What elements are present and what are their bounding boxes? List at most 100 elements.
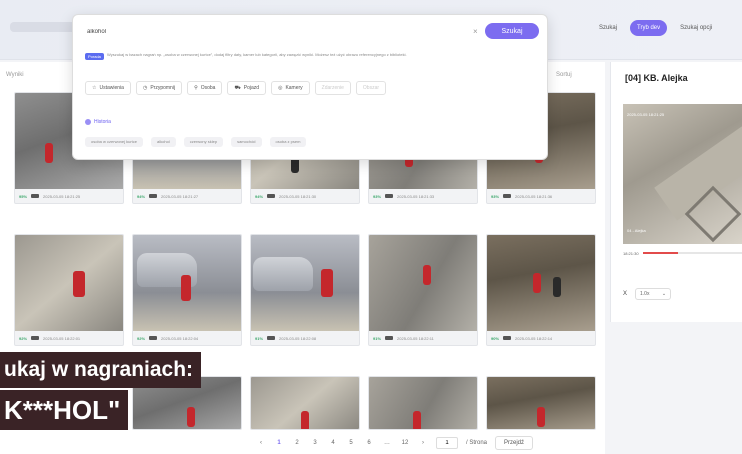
history-item[interactable]: samochód: [231, 137, 262, 147]
video-timeline[interactable]: 18:21:30: [623, 248, 742, 258]
match-score: 92%: [19, 335, 28, 341]
pagination: ‹ 1 2 3 4 5 6 … 12 › / Strona Przejdź: [256, 436, 534, 450]
result-tile[interactable]: 91% 2025-03-05 18:22:11: [368, 234, 478, 346]
timestamp: 2025-03-05 18:21:25: [43, 193, 81, 199]
person-figure: [533, 273, 541, 293]
filter-chip-area[interactable]: Obszar: [355, 81, 387, 95]
person-figure: [537, 407, 545, 427]
timestamp: 2025-03-05 18:22:11: [397, 335, 434, 341]
match-score: 90%: [491, 335, 500, 341]
car-figure: [253, 257, 313, 291]
result-thumbnail: [251, 235, 359, 331]
mode-dev[interactable]: Tryb dev: [630, 20, 668, 36]
person-icon: ⚲: [194, 85, 198, 91]
per-page-label: / Strona: [466, 440, 488, 446]
search-hint: Wyszukaj w bazach nagrań np. „osoba w cz…: [107, 52, 407, 57]
tip-badge: Porada: [85, 53, 104, 60]
page-ellipsis: …: [384, 440, 390, 446]
history-item[interactable]: osoba z psem: [269, 137, 307, 147]
result-tile[interactable]: [486, 376, 596, 430]
chip-label: Pojazd: [243, 85, 260, 91]
chip-label: Ustawienia: [99, 85, 124, 91]
search-button[interactable]: Szukaj: [485, 23, 539, 39]
camera-icon: [149, 336, 158, 340]
filter-chip-settings[interactable]: ☆ Ustawienia: [85, 81, 131, 95]
speed-select[interactable]: 1.0x ⌄: [635, 288, 672, 300]
tile-meta: 92% 2025-03-05 18:22:01: [15, 331, 123, 345]
result-thumbnail: [15, 235, 123, 331]
timestamp: 2025-03-05 18:21:36: [515, 193, 553, 199]
filter-chip-person[interactable]: ⚲ Osoba: [187, 81, 223, 95]
clock-icon: ◷: [142, 85, 148, 91]
page-button[interactable]: 1: [274, 440, 284, 446]
chevron-down-icon: ⌄: [661, 291, 667, 297]
match-score: 93%: [373, 193, 382, 199]
camera-panel: [04] KB. Alejka 2025-03-05 18:21:25 04 -…: [610, 62, 742, 322]
person-figure: [301, 411, 309, 429]
page-button[interactable]: 6: [364, 440, 374, 446]
video-player[interactable]: 2025-03-05 18:21:25 04 - Alejka: [623, 104, 742, 244]
result-tile[interactable]: [250, 376, 360, 430]
page-button[interactable]: 5: [346, 440, 356, 446]
speed-control: X 1.0x ⌄: [623, 288, 672, 300]
result-tile[interactable]: 91% 2025-03-05 18:22:08: [250, 234, 360, 346]
page-number-input[interactable]: [436, 437, 458, 449]
page-button[interactable]: 4: [328, 440, 338, 446]
camera-icon: [385, 194, 394, 198]
filter-chips: ☆ Ustawienia ◷ Przypomnij ⚲ Osoba ⛟ Pojazd ◎…: [85, 81, 387, 95]
caption-line-2: K***HOL": [0, 390, 129, 430]
tile-meta: 95% 2025-03-05 18:21:25: [15, 189, 123, 203]
match-score: 94%: [255, 193, 264, 199]
page-button[interactable]: 12: [400, 440, 410, 446]
tile-meta: 93% 2025-03-05 18:21:36: [487, 189, 595, 203]
person-figure: [423, 265, 431, 285]
history-item[interactable]: alkohol: [151, 137, 176, 147]
sort-dropdown[interactable]: Sortuj: [556, 72, 572, 78]
chip-label: Obszar: [362, 85, 380, 91]
result-thumbnail: [369, 235, 477, 331]
person-figure: [73, 271, 85, 297]
chip-label: Zdarzenie: [321, 85, 344, 91]
mode-options[interactable]: Szukaj opcji: [673, 20, 719, 36]
result-tile[interactable]: 92% 2025-03-05 18:22:01: [14, 234, 124, 346]
history-item[interactable]: osoba w czerwonej kurtce: [85, 137, 144, 147]
results-label: Wyniki: [6, 72, 24, 78]
filter-chip-cameras[interactable]: ◎ Kamery: [271, 81, 310, 95]
result-tile[interactable]: [368, 376, 478, 430]
result-thumbnail: [251, 377, 359, 429]
mode-switcher: Szukaj Tryb dev Szukaj opcji: [592, 20, 719, 36]
person-figure: [181, 275, 191, 301]
tile-meta: 94% 2025-03-05 18:21:30: [251, 189, 359, 203]
camera-icon: [149, 194, 158, 198]
tile-meta: 90% 2025-03-05 18:22:14: [487, 331, 595, 345]
match-score: 95%: [19, 193, 28, 199]
history-header: Historia: [85, 119, 111, 125]
camera-icon: [385, 336, 394, 340]
timestamp: 2025-03-05 18:22:08: [279, 335, 317, 341]
timestamp: 2025-03-05 18:21:33: [397, 193, 435, 199]
page-button[interactable]: 2: [292, 440, 302, 446]
history-title: Historia: [94, 119, 111, 125]
filter-chip-event[interactable]: Zdarzenie: [314, 81, 351, 95]
history-item[interactable]: czerwony sklep: [183, 137, 224, 147]
clear-icon[interactable]: ×: [473, 27, 478, 36]
result-tile[interactable]: 92% 2025-03-05 18:22:04: [132, 234, 242, 346]
result-thumbnail: [133, 235, 241, 331]
speed-value: 1.0x: [640, 291, 650, 297]
person-figure: [553, 277, 561, 297]
goto-page-button[interactable]: Przejdź: [495, 436, 534, 450]
page-button[interactable]: 3: [310, 440, 320, 446]
chip-label: Kamery: [285, 85, 303, 91]
camera-icon: [31, 194, 40, 198]
search-input[interactable]: [87, 25, 477, 39]
filter-chip-reminder[interactable]: ◷ Przypomnij: [135, 81, 183, 95]
result-thumbnail: [487, 235, 595, 331]
filter-chip-vehicle[interactable]: ⛟ Pojazd: [227, 81, 267, 95]
camera-icon: ◎: [278, 85, 283, 91]
mode-search[interactable]: Szukaj: [592, 20, 624, 36]
progress-bar[interactable]: [642, 252, 742, 254]
prev-page-button[interactable]: ‹: [256, 440, 266, 446]
next-page-button[interactable]: ›: [418, 440, 428, 446]
result-tile[interactable]: 90% 2025-03-05 18:22:14: [486, 234, 596, 346]
person-figure: [45, 143, 53, 163]
